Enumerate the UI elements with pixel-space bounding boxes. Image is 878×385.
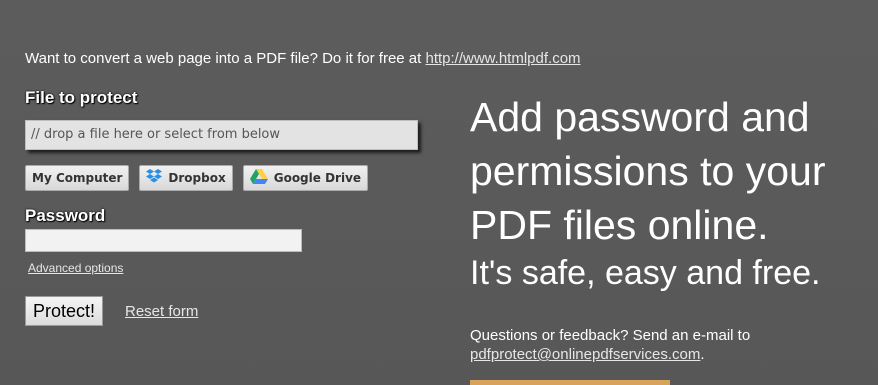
google-drive-icon (249, 168, 268, 188)
my-computer-label: My Computer (32, 171, 123, 185)
password-input[interactable] (25, 229, 302, 252)
cropped-element (470, 380, 670, 385)
google-drive-label: Google Drive (273, 171, 362, 185)
advanced-options-link[interactable]: Advanced options (28, 261, 123, 275)
google-drive-button[interactable]: Google Drive (242, 165, 369, 191)
hero-headline: Add password and permissions to your PDF… (470, 90, 870, 252)
my-computer-button[interactable]: My Computer (25, 165, 130, 191)
source-buttons: My Computer Dropbox Google Drive (25, 165, 369, 191)
protect-button[interactable]: Protect! (25, 296, 104, 326)
file-label: File to protect (25, 88, 138, 107)
dropbox-icon (146, 169, 163, 187)
contact-text: Questions or feedback? Send an e-mail to (470, 327, 751, 344)
contact-info: Questions or feedback? Send an e-mail to… (470, 326, 750, 364)
hero-line-1: Add password and (470, 94, 810, 140)
dropbox-button[interactable]: Dropbox (139, 165, 233, 191)
file-drop-zone[interactable]: // drop a file here or select from below (25, 120, 418, 150)
hero-line-2: permissions to your (470, 148, 826, 194)
reset-form-link[interactable]: Reset form (125, 303, 198, 320)
hero-subtitle: It's safe, easy and free. (470, 254, 821, 292)
contact-email-link[interactable]: pdfprotect@onlinepdfservices.com (470, 346, 700, 363)
promo-text: Want to convert a web page into a PDF fi… (25, 50, 426, 67)
dropbox-label: Dropbox (168, 171, 226, 185)
contact-suffix: . (700, 346, 705, 363)
hero-line-3: PDF files online. (470, 202, 769, 248)
password-label: Password (25, 206, 106, 225)
promo-banner: Want to convert a web page into a PDF fi… (25, 50, 581, 67)
htmlpdf-link[interactable]: http://www.htmlpdf.com (425, 50, 580, 67)
